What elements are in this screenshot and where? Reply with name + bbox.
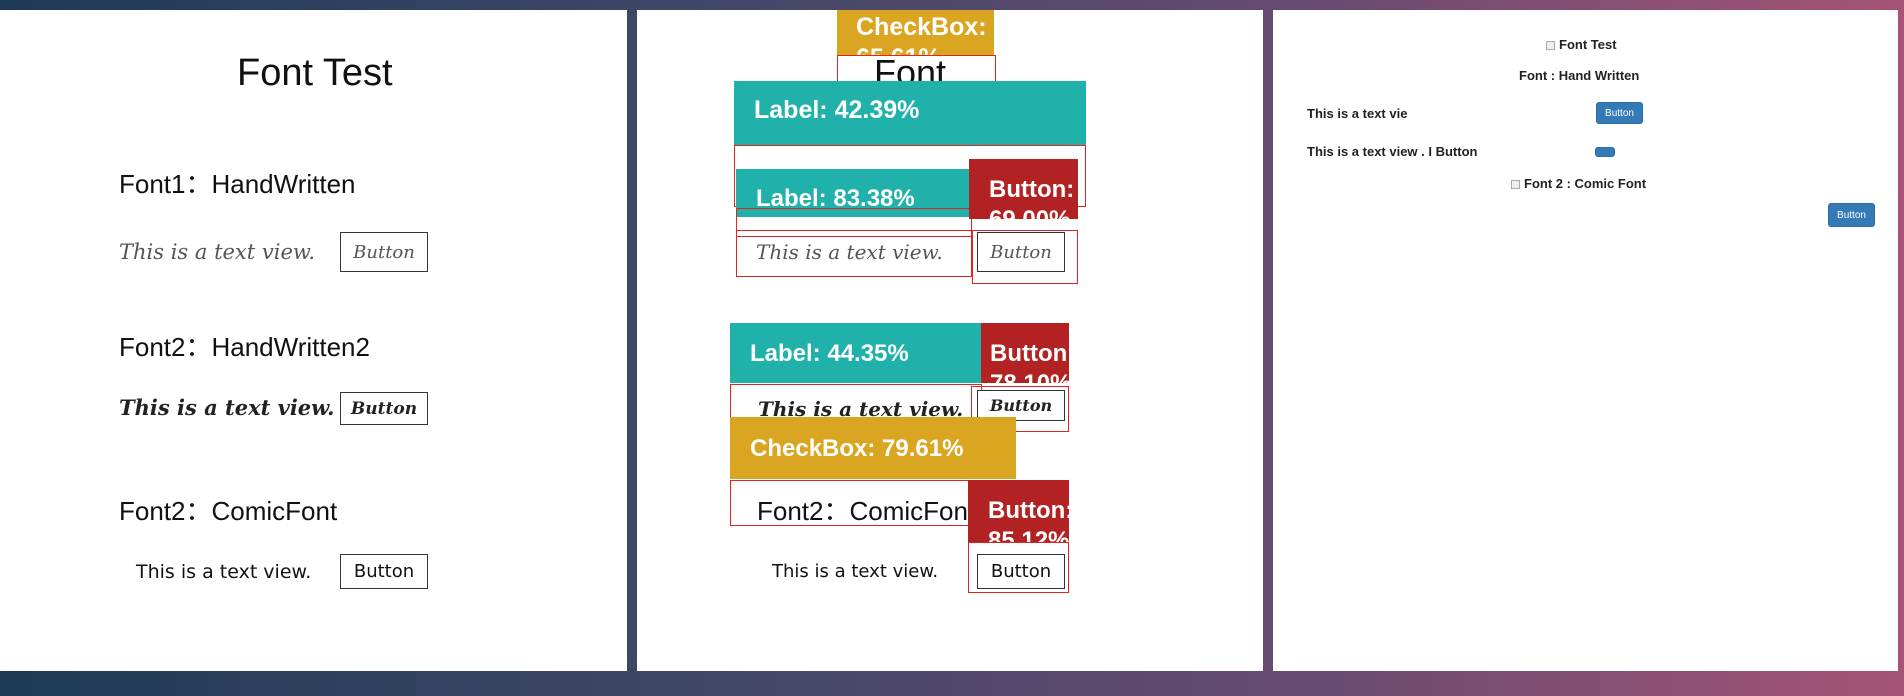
page-title: Font Test [237, 52, 393, 94]
font2-checkbox[interactable]: Font 2 : Comic Font [1511, 176, 1646, 191]
button-overlay-a: Button: 69.00% [969, 159, 1078, 219]
button-overlay-c: Button: 85.12% [968, 480, 1069, 542]
text-view-comic: This is a text view. [772, 561, 939, 582]
generated-render-panel: Font Test Font : Hand Written This is a … [1273, 10, 1898, 671]
checkbox-overlay-mid: CheckBox: 79.61% [730, 417, 1016, 479]
button-label: Button [989, 396, 1053, 415]
button-label: Button [353, 561, 415, 582]
text-view-handwritten: This is a text view. [756, 240, 943, 264]
comic-button[interactable]: Button [340, 554, 428, 589]
checkbox-label: Font Test [1559, 37, 1617, 52]
text-view-handwritten2: This is a text view. [119, 395, 335, 420]
label-overlay-1: Label: 42.39% [734, 81, 1086, 145]
font-test-checkbox[interactable]: Font Test [1546, 37, 1617, 52]
button-1[interactable]: Button [1596, 102, 1643, 124]
handwritten-button[interactable]: Button [340, 232, 428, 272]
comic-button[interactable]: Button [977, 554, 1065, 589]
button-label: Button [990, 241, 1052, 263]
text-view-2: This is a text view . I Button [1307, 144, 1478, 159]
checkbox-overlay-top: CheckBox: 65.61% [837, 10, 994, 55]
checkbox-icon [1546, 41, 1555, 51]
font3-heading: Font2：ComicFont [757, 496, 976, 526]
original-render-panel: Font Test Font1：HandWritten This is a te… [0, 10, 627, 671]
font2-heading: Font2：HandWritten2 [119, 332, 370, 362]
font1-heading: Font1：HandWritten [119, 169, 356, 199]
button-label: Button [990, 561, 1052, 582]
heading-frame-3: Font2：ComicFont [730, 480, 982, 526]
handwritten-button[interactable]: Button [977, 232, 1065, 272]
button-label: Button [353, 241, 415, 263]
label-overlay-3: Label: 44.35% [730, 323, 982, 383]
subtitle: Font : Hand Written [1519, 68, 1640, 83]
font3-heading: Font2：ComicFont [119, 496, 338, 526]
annotated-render-panel: CheckBox: 65.61% Font Test Label: 42.39%… [637, 10, 1263, 671]
button-3[interactable]: Button [1828, 203, 1875, 227]
checkbox-label: Font 2 : Comic Font [1524, 176, 1647, 191]
text-view-handwritten: This is a text view. [119, 240, 316, 264]
checkbox-icon [1511, 180, 1520, 190]
button-2[interactable] [1595, 147, 1615, 157]
text-view-1: This is a text vie [1307, 106, 1408, 121]
text-view-comic: This is a text view. [136, 561, 312, 583]
button-overlay-b: Button: 78.10% [981, 323, 1069, 383]
handwritten2-button[interactable]: Button [340, 392, 428, 425]
button-label: Button [350, 398, 418, 419]
